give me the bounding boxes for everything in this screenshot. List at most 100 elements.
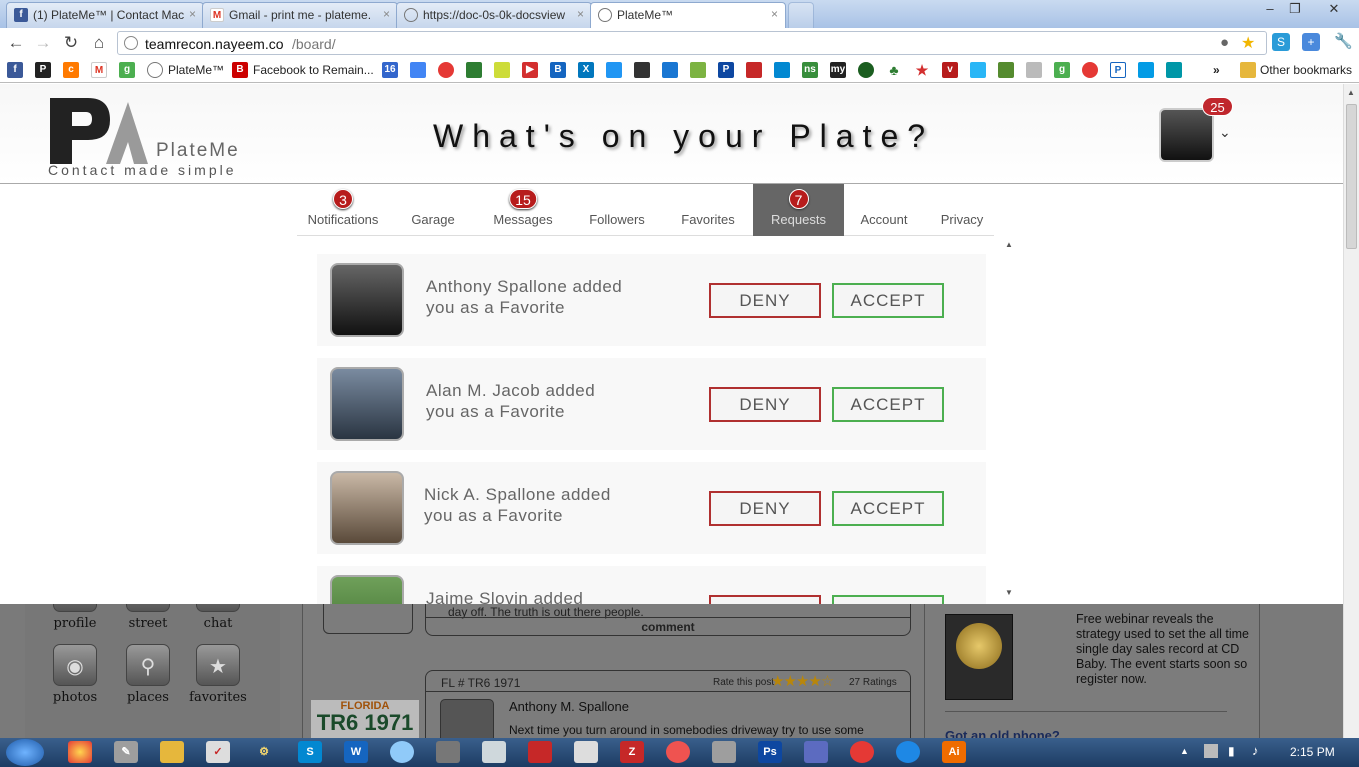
tray-arrow-icon[interactable]: ▲ (1180, 746, 1189, 756)
rating-stars[interactable]: ★★★★☆ (771, 672, 834, 690)
skype-icon[interactable]: S (1272, 33, 1290, 51)
scroll-thumb[interactable] (1346, 104, 1357, 249)
globe-icon[interactable] (147, 62, 163, 78)
app-icon[interactable]: ✓ (206, 741, 230, 763)
folder-icon[interactable] (160, 741, 184, 763)
forward-icon[interactable]: → (33, 33, 53, 53)
requester-avatar[interactable] (330, 367, 404, 441)
tab-docs[interactable]: https://doc-0s-0k-docsview × (396, 2, 592, 28)
accept-button[interactable]: ACCEPT (832, 283, 944, 318)
scroll-down-icon[interactable]: ▼ (1005, 588, 1013, 597)
ad2-title[interactable]: Got an old phone? (945, 728, 1060, 738)
close-tab-icon[interactable]: × (771, 7, 778, 21)
accept-button[interactable]: ACCEPT (832, 491, 944, 526)
photoshop-icon[interactable]: Ps (758, 741, 782, 763)
minimize-icon[interactable]: – (1258, 0, 1282, 18)
deny-button[interactable]: DENY (709, 283, 821, 318)
close-tab-icon[interactable]: × (383, 7, 390, 21)
address-bar[interactable]: teamrecon.nayeem.co /board/ ● ★ (117, 31, 1267, 55)
deny-button[interactable]: DENY (709, 595, 821, 604)
accept-button[interactable]: ACCEPT (832, 387, 944, 422)
globe-icon[interactable] (390, 741, 414, 763)
gmail-icon[interactable]: M (91, 62, 107, 78)
volume-icon[interactable]: ♪ (1252, 743, 1259, 758)
close-tab-icon[interactable]: × (189, 7, 196, 21)
app-street[interactable]: ▦street (118, 604, 178, 631)
document-icon[interactable] (482, 741, 506, 763)
app-icon[interactable] (896, 741, 920, 763)
tray-icon[interactable] (1204, 744, 1218, 758)
start-button[interactable] (6, 739, 44, 766)
close-window-icon[interactable]: ✕ (1320, 0, 1348, 18)
calculator-icon[interactable] (574, 741, 598, 763)
app-icon[interactable] (712, 741, 736, 763)
star-icon[interactable]: ★ (1241, 33, 1255, 53)
app-photos[interactable]: ◉ photos (45, 644, 105, 705)
clock[interactable]: 2:15 PM (1290, 745, 1335, 759)
tab-gmail[interactable]: M Gmail - print me - plateme. × (202, 2, 398, 28)
paypal-icon[interactable]: P (718, 62, 734, 78)
calendar-icon[interactable]: + (1302, 33, 1320, 51)
reload-icon[interactable]: ↻ (61, 33, 81, 53)
google-icon[interactable]: g (1054, 62, 1070, 78)
app-icon[interactable] (804, 741, 828, 763)
menu-privacy[interactable]: Privacy (933, 184, 991, 236)
maps-icon[interactable] (466, 62, 482, 78)
tab-facebook[interactable]: f (1) PlateMe™ | Contact Mac × (6, 2, 204, 28)
app-favorites[interactable]: ★ favorites (188, 644, 248, 705)
bookmark-icon[interactable] (998, 62, 1014, 78)
bookmark-icon[interactable] (1026, 62, 1042, 78)
bookmark-icon[interactable] (634, 62, 650, 78)
skype-icon[interactable]: S (298, 741, 322, 763)
bookmark-plateme[interactable]: PlateMe™ (168, 63, 224, 77)
menu-garage[interactable]: Garage (400, 184, 466, 236)
post-author[interactable]: Anthony M. Spallone (509, 699, 629, 714)
close-tab-icon[interactable]: × (577, 7, 584, 21)
calendar-icon[interactable]: 16 (382, 62, 398, 78)
other-bookmarks[interactable]: Other bookmarks (1260, 63, 1352, 77)
blogger-icon[interactable]: B (550, 62, 566, 78)
my-icon[interactable]: my (830, 62, 846, 78)
menu-account[interactable]: Account (853, 184, 915, 236)
plateme-bookmark-icon[interactable]: P (35, 62, 51, 78)
deny-button[interactable]: DENY (709, 491, 821, 526)
menu-notifications[interactable]: 3 Notifications (297, 184, 389, 236)
chrome-icon[interactable] (438, 62, 454, 78)
youtube-icon[interactable]: ▶ (522, 62, 538, 78)
comment-button[interactable]: comment (426, 617, 910, 635)
tab-plateme[interactable]: PlateMe™ × (590, 2, 786, 29)
bw-icon[interactable]: B (232, 62, 248, 78)
deny-button[interactable]: DENY (709, 387, 821, 422)
app-profile[interactable]: ●profile (45, 604, 105, 631)
new-tab-button[interactable] (788, 2, 814, 28)
accept-button[interactable]: ACCEPT (832, 595, 944, 604)
dropbox-icon[interactable] (606, 62, 622, 78)
bookmark-facebook-to-remain[interactable]: Facebook to Remain... (253, 63, 374, 77)
chevron-down-icon[interactable]: ⌄ (1219, 124, 1231, 141)
pen-icon[interactable]: ✎ (114, 741, 138, 763)
chase-icon[interactable] (662, 62, 678, 78)
illustrator-icon[interactable]: Ai (942, 741, 966, 763)
wrench-icon[interactable]: 🔧 (1334, 33, 1353, 51)
google-icon[interactable]: g (119, 62, 135, 78)
virgin-icon[interactable]: v (942, 62, 958, 78)
app-icon[interactable] (850, 741, 874, 763)
menu-messages[interactable]: 15 Messages (484, 184, 562, 236)
app-icon[interactable] (666, 741, 690, 763)
requester-avatar[interactable] (330, 575, 404, 604)
p-icon[interactable]: P (1110, 62, 1126, 78)
gear-icon[interactable]: ⚙ (252, 741, 276, 763)
star-icon[interactable]: ★ (914, 62, 930, 78)
lightbulb-icon[interactable]: ● (1220, 34, 1229, 51)
app-chat[interactable]: ✉chat (188, 604, 248, 631)
requests-scrollbar[interactable]: ▲ ▼ (1003, 236, 1017, 602)
back-icon[interactable]: ← (6, 33, 26, 53)
bookmark-icon[interactable] (970, 62, 986, 78)
chevron-right-icon[interactable]: » (1213, 63, 1220, 77)
ns-icon[interactable]: ns (802, 62, 818, 78)
network-icon[interactable]: ▮ (1228, 744, 1235, 758)
film-icon[interactable] (528, 741, 552, 763)
cpanel-icon[interactable]: c (63, 62, 79, 78)
chrome-icon[interactable] (1082, 62, 1098, 78)
app-places[interactable]: ⚲ places (118, 644, 178, 705)
